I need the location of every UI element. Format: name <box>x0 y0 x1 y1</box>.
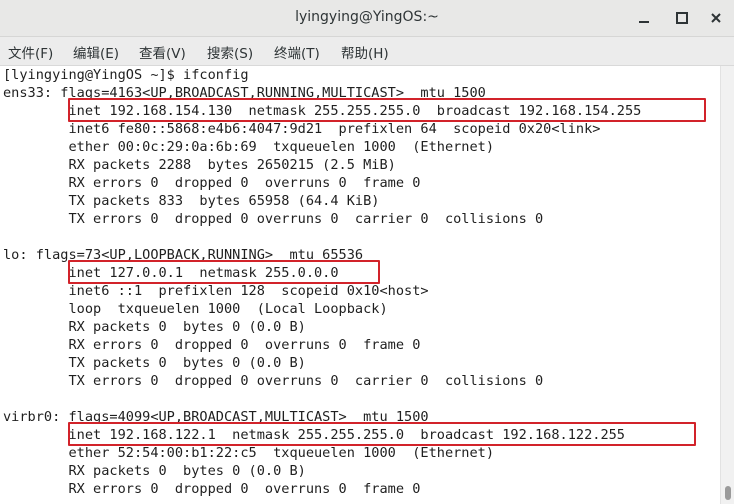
terminal-line: inet6 ::1 prefixlen 128 scopeid 0x10<hos… <box>3 283 429 299</box>
close-button[interactable] <box>706 8 726 28</box>
terminal-line: RX errors 0 dropped 0 overruns 0 frame 0 <box>3 481 421 497</box>
menu-help[interactable]: 帮助(H) <box>341 42 389 62</box>
window-title: lyingying@YingOS:~ <box>295 9 439 25</box>
terminal-line: TX packets 0 bytes 0 (0.0 B) <box>3 355 306 371</box>
terminal-line: loop txqueuelen 1000 (Local Loopback) <box>3 301 388 317</box>
terminal-line: [lyingying@YingOS ~]$ ifconfig <box>3 67 249 83</box>
terminal-line: inet6 fe80::5868:e4b6:4047:9d21 prefixle… <box>3 121 601 137</box>
menu-search[interactable]: 搜索(S) <box>207 42 253 62</box>
terminal-output[interactable]: [lyingying@YingOS ~]$ ifconfig ens33: fl… <box>0 66 720 504</box>
terminal-line: TX errors 0 dropped 0 overruns 0 carrier… <box>3 373 544 389</box>
terminal-line: RX packets 2288 bytes 2650215 (2.5 MiB) <box>3 157 396 173</box>
menu-terminal[interactable]: 终端(T) <box>274 42 320 62</box>
ens33-inet-highlight <box>68 98 706 122</box>
maximize-button[interactable] <box>672 8 692 28</box>
window-titlebar: lyingying@YingOS:~ <box>0 0 734 37</box>
menu-edit[interactable]: 编辑(E) <box>73 42 119 62</box>
terminal-line: ether 00:0c:29:0a:6b:69 txqueuelen 1000 … <box>3 139 495 155</box>
lo-inet-highlight <box>68 260 380 284</box>
terminal-line: TX packets 833 bytes 65958 (64.4 KiB) <box>3 193 380 209</box>
menu-bar: 文件(F) 编辑(E) 查看(V) 搜索(S) 终端(T) 帮助(H) <box>0 37 734 66</box>
minimize-icon <box>639 21 649 23</box>
minimize-button[interactable] <box>634 8 654 28</box>
menu-file[interactable]: 文件(F) <box>8 42 53 62</box>
terminal-scrollbar[interactable] <box>720 66 734 504</box>
terminal-line: ether 52:54:00:b1:22:c5 txqueuelen 1000 … <box>3 445 495 461</box>
terminal-line: RX errors 0 dropped 0 overruns 0 frame 0 <box>3 175 421 191</box>
menu-view[interactable]: 查看(V) <box>139 42 186 62</box>
virbr0-inet-highlight <box>68 422 696 446</box>
terminal-line: RX errors 0 dropped 0 overruns 0 frame 0 <box>3 337 421 353</box>
close-icon <box>711 13 721 23</box>
maximize-icon <box>676 12 688 24</box>
terminal-line: RX packets 0 bytes 0 (0.0 B) <box>3 319 306 335</box>
terminal-line: TX errors 0 dropped 0 overruns 0 carrier… <box>3 211 544 227</box>
scrollbar-thumb[interactable] <box>725 486 731 500</box>
terminal-line: RX packets 0 bytes 0 (0.0 B) <box>3 463 306 479</box>
